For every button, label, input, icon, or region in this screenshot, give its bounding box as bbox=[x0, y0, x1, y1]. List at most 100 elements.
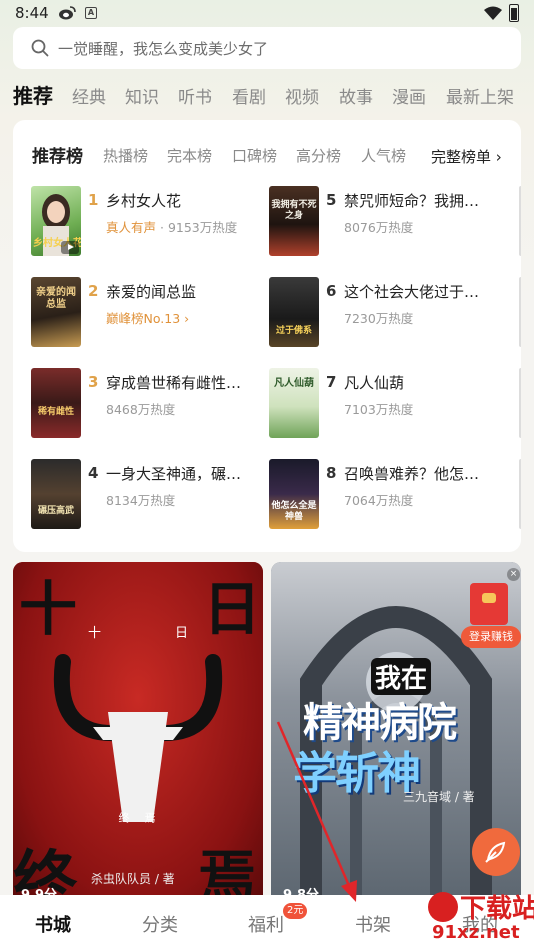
tab-story[interactable]: 故事 bbox=[339, 83, 373, 108]
feed-book-card[interactable]: 十 日 十 日 终 焉 终 焉 杀虫队队员 / 著 9.9分 bbox=[13, 562, 263, 902]
book-title: 穿成兽世稀有雌性… bbox=[106, 374, 242, 392]
login-earn-button[interactable]: 登录赚钱 bbox=[461, 626, 521, 648]
book-rank-number: 6 bbox=[326, 282, 337, 300]
book-cover: 过于佛系 bbox=[269, 277, 319, 347]
book-cover: 亲爱的闻总监 bbox=[31, 277, 81, 347]
cover-title-text: 他怎么全是神兽 bbox=[271, 501, 317, 522]
promo-close-icon[interactable]: × bbox=[507, 568, 520, 581]
battery-icon bbox=[509, 4, 519, 22]
search-icon bbox=[31, 39, 49, 57]
heat-text: 7064万热度 bbox=[344, 493, 414, 508]
tab-video[interactable]: 视频 bbox=[285, 83, 319, 108]
book-title: 亲爱的闻总监 bbox=[106, 283, 197, 301]
full-ranking-label: 完整榜单 bbox=[431, 148, 492, 166]
book-cover: 碾压高武 bbox=[31, 459, 81, 529]
book-meta: 真人有声 · 9153万热度 bbox=[106, 220, 238, 235]
weibo-icon bbox=[59, 6, 76, 20]
book-rank-number: 1 bbox=[88, 191, 99, 209]
cover-title-sub: 学斩神 bbox=[293, 748, 421, 799]
cover-title-text: 稀有雌性 bbox=[37, 407, 74, 417]
rank-book-item[interactable]: 亲爱的闻总监 2 亲爱的闻总监 巅峰榜No.13 › bbox=[31, 277, 267, 347]
ranking-card: 推荐榜 热播榜 完本榜 口碑榜 高分榜 人气榜 完整榜单 › 乡村女人花 1 乡… bbox=[13, 120, 521, 552]
chart-rank-tag[interactable]: 巅峰榜No.13 › bbox=[106, 308, 189, 327]
full-ranking-link[interactable]: 完整榜单 › bbox=[431, 146, 502, 167]
search-input[interactable]: 一觉睡醒，我怎么变成美少女了 bbox=[58, 38, 268, 59]
book-rank-number: 8 bbox=[326, 464, 337, 482]
cover-title-char: 焉 bbox=[198, 843, 257, 902]
wifi-icon bbox=[484, 6, 502, 20]
ranking-tabs: 推荐榜 热播榜 完本榜 口碑榜 高分榜 人气榜 完整榜单 › bbox=[13, 120, 521, 180]
heat-text: 7230万热度 bbox=[344, 311, 414, 326]
book-title: 禁咒师短命？我拥… bbox=[344, 192, 480, 210]
book-title: 一身大圣神通，碾… bbox=[106, 465, 242, 483]
nav-category[interactable]: 分类 bbox=[142, 911, 178, 937]
status-time: 8:44 bbox=[15, 4, 49, 22]
book-cover: 我拥有不死之身 bbox=[269, 186, 319, 256]
welfare-badge: 2元 bbox=[283, 903, 308, 919]
rank-tab-popular[interactable]: 人气榜 bbox=[361, 145, 406, 166]
cover-side-char: 焉 bbox=[143, 812, 156, 823]
book-cover: 凡人仙葫 bbox=[269, 368, 319, 438]
tab-classic[interactable]: 经典 bbox=[72, 83, 106, 108]
book-cover: 乡村女人花 bbox=[31, 186, 81, 256]
rank-book-item[interactable]: 稀有雌性 3 穿成兽世稀有雌性… 8468万热度 bbox=[31, 368, 267, 438]
chart-rank-text: 巅峰榜No.13 bbox=[106, 311, 181, 326]
heat-text: 8076万热度 bbox=[344, 220, 414, 235]
book-title: 乡村女人花 bbox=[106, 192, 182, 210]
rank-book-item[interactable]: 乡村女人花 1 乡村女人花 真人有声 · 9153万热度 bbox=[31, 186, 267, 256]
book-cover: 稀有雌性 bbox=[31, 368, 81, 438]
horned-skull-image bbox=[53, 654, 223, 822]
watermark-title: 下载站 bbox=[460, 894, 534, 924]
cover-title-text: 亲爱的闻总监 bbox=[36, 287, 76, 310]
next-column-peek bbox=[519, 277, 521, 347]
book-author: 三九音域 / 著 bbox=[403, 790, 475, 804]
heat-text: 8134万热度 bbox=[106, 493, 176, 508]
rank-book-item[interactable]: 过于佛系 6 这个社会大佬过于… 7230万热度 bbox=[269, 277, 505, 347]
heat-text: 7103万热度 bbox=[344, 402, 414, 417]
nav-bookshelf[interactable]: 书架 bbox=[355, 911, 391, 937]
write-fab-button[interactable] bbox=[472, 828, 520, 876]
red-envelope-icon[interactable] bbox=[470, 583, 508, 625]
rank-tab-reputation[interactable]: 口碑榜 bbox=[232, 145, 277, 166]
chevron-right-icon: › bbox=[495, 148, 502, 166]
tab-knowledge[interactable]: 知识 bbox=[125, 83, 159, 108]
cover-title-text: 我拥有不死之身 bbox=[271, 200, 317, 221]
tab-new-arrivals[interactable]: 最新上架 bbox=[446, 83, 514, 108]
tab-recommend[interactable]: 推荐 bbox=[13, 80, 53, 109]
search-bar[interactable]: 一觉睡醒，我怎么变成美少女了 bbox=[13, 27, 521, 69]
cover-side-char: 终 bbox=[117, 812, 130, 823]
next-column-peek bbox=[519, 368, 521, 438]
book-rank-number: 7 bbox=[326, 373, 337, 391]
rank-tab-high-score[interactable]: 高分榜 bbox=[296, 145, 341, 166]
cover-title-text: 过于佛系 bbox=[275, 326, 312, 336]
rank-tab-recommend[interactable]: 推荐榜 bbox=[32, 142, 83, 167]
watermark-logo-icon bbox=[428, 892, 458, 922]
cover-title-text: 碾压高武 bbox=[37, 506, 74, 516]
book-rank-number: 2 bbox=[88, 282, 99, 300]
cover-title-text: 凡人仙葫 bbox=[274, 378, 314, 389]
rank-tab-hot[interactable]: 热播榜 bbox=[103, 145, 148, 166]
rank-book-item[interactable]: 我拥有不死之身 5 禁咒师短命？我拥… 8076万热度 bbox=[269, 186, 505, 256]
play-icon bbox=[61, 241, 79, 254]
watermark: 下载站 91xz.net bbox=[428, 888, 534, 948]
book-rank-number: 5 bbox=[326, 191, 337, 209]
book-rank-number: 3 bbox=[88, 373, 99, 391]
feather-icon bbox=[485, 841, 506, 863]
tab-drama[interactable]: 看剧 bbox=[232, 83, 266, 108]
tab-audiobook[interactable]: 听书 bbox=[178, 83, 212, 108]
rank-book-item[interactable]: 碾压高武 4 一身大圣神通，碾… 8134万热度 bbox=[31, 459, 267, 529]
tab-comic[interactable]: 漫画 bbox=[392, 83, 426, 108]
book-title: 凡人仙葫 bbox=[344, 374, 405, 392]
a-notification-icon: A bbox=[85, 7, 97, 19]
nav-welfare[interactable]: 福利 bbox=[248, 911, 284, 937]
nav-bookstore[interactable]: 书城 bbox=[35, 911, 71, 937]
book-title: 这个社会大佬过于… bbox=[344, 283, 480, 301]
rank-tab-completed[interactable]: 完本榜 bbox=[167, 145, 212, 166]
rank-book-item[interactable]: 他怎么全是神兽 8 召唤兽难养？他怎… 7064万热度 bbox=[269, 459, 505, 529]
next-column-peek bbox=[519, 186, 521, 256]
book-author: 杀虫队队员 / 著 bbox=[91, 872, 175, 886]
audio-tag: 真人有声 bbox=[106, 220, 157, 235]
status-bar: 8:44 A bbox=[0, 0, 534, 28]
book-cover: 他怎么全是神兽 bbox=[269, 459, 319, 529]
rank-book-item[interactable]: 凡人仙葫 7 凡人仙葫 7103万热度 bbox=[269, 368, 505, 438]
